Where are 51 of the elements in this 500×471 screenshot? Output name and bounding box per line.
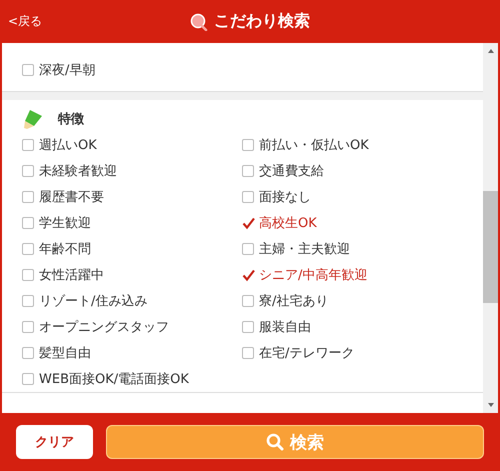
checkbox[interactable]: [242, 139, 254, 151]
checkbox-option[interactable]: 前払い・仮払いOK: [242, 132, 483, 158]
checkbox-option[interactable]: オープニングスタッフ: [22, 314, 242, 340]
checkbox[interactable]: [22, 243, 34, 255]
checkbox-option[interactable]: 服装自由: [242, 314, 483, 340]
checkbox-option[interactable]: 学生歓迎: [22, 210, 242, 236]
checkbox[interactable]: [22, 347, 34, 359]
section-title: 特徴: [58, 111, 84, 128]
checkbox-option[interactable]: 高校生OK: [242, 210, 483, 236]
checkbox-option[interactable]: リゾート/住み込み: [22, 288, 242, 314]
scroll-thumb[interactable]: [483, 191, 498, 303]
scrollbar[interactable]: [483, 43, 498, 413]
scroll-up-icon[interactable]: [488, 49, 494, 53]
clear-button[interactable]: クリア: [16, 425, 93, 459]
page-title: こだわり検索: [214, 11, 310, 32]
checkbox[interactable]: [22, 373, 34, 385]
checkbox[interactable]: [242, 243, 254, 255]
checkbox-option[interactable]: 未経験者歓迎: [22, 158, 242, 184]
pencil-icon: [22, 108, 44, 130]
checkbox-option[interactable]: シニア/中高年歓迎: [242, 262, 483, 288]
checkbox-option[interactable]: 寮/社宅あり: [242, 288, 483, 314]
checkbox[interactable]: [22, 191, 34, 203]
checkbox-option[interactable]: 在宅/テレワーク: [242, 340, 483, 366]
checkbox-option[interactable]: 髪型自由: [22, 340, 242, 366]
back-link[interactable]: <戻る: [8, 13, 42, 30]
checkbox-option[interactable]: 交通費支給: [242, 158, 483, 184]
checkbox[interactable]: [242, 165, 254, 177]
checkbox[interactable]: [242, 347, 254, 359]
checkmark-icon[interactable]: [242, 268, 255, 282]
checkbox[interactable]: [22, 321, 34, 333]
checkbox-option[interactable]: 履歴書不要: [22, 184, 242, 210]
checkbox[interactable]: [22, 139, 34, 151]
checkbox-option[interactable]: 週払いOK: [22, 132, 242, 158]
checkmark-icon[interactable]: [242, 216, 255, 230]
scroll-down-icon[interactable]: [488, 403, 494, 407]
checkbox-option[interactable]: WEB面接OK/電話面接OK: [22, 366, 242, 392]
checkbox-option[interactable]: 女性活躍中: [22, 262, 242, 288]
checkbox[interactable]: [22, 165, 34, 177]
checkbox-option[interactable]: 主婦・主夫歓迎: [242, 236, 483, 262]
checkbox-option[interactable]: 深夜/早朝: [22, 57, 242, 83]
checkbox-option[interactable]: 面接なし: [242, 184, 483, 210]
search-icon: [266, 433, 284, 451]
checkbox[interactable]: [242, 191, 254, 203]
checkbox[interactable]: [22, 64, 34, 76]
checkbox-option[interactable]: 年齢不問: [22, 236, 242, 262]
checkbox[interactable]: [242, 295, 254, 307]
checkbox[interactable]: [22, 217, 34, 229]
checkbox[interactable]: [22, 295, 34, 307]
checkbox[interactable]: [22, 269, 34, 281]
checkbox[interactable]: [242, 321, 254, 333]
magnifier-icon: [190, 12, 208, 30]
